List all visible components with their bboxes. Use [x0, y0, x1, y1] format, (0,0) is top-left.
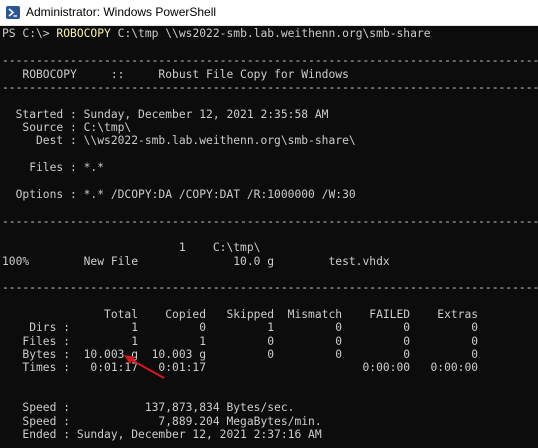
output-line: Ended : Sunday, December 12, 2021 2:37:1… [2, 428, 322, 442]
command-line: PS C:\> ROBOCOPY C:\tmp \\ws2022-smb.lab… [2, 27, 431, 41]
output-line: Speed : 137,873,834 Bytes/sec. [2, 401, 295, 415]
powershell-window: Administrator: Windows PowerShell PS C:\… [0, 0, 538, 448]
output-line: Options : *.* /DCOPY:DA /COPY:DAT /R:100… [2, 187, 356, 201]
output-line: ----------------------------------------… [2, 54, 538, 68]
output-line: Files : 1 1 0 0 0 0 [2, 334, 479, 348]
output-line: Total Copied Skipped Mismatch FAILED Ext… [2, 308, 479, 321]
output-line: 100% New File 10.0 g test.vhdx [2, 254, 390, 268]
window-title: Administrator: Windows PowerShell [26, 5, 217, 19]
output-line: Source : C:\tmp\ [2, 121, 132, 135]
output-line: ----------------------------------------… [2, 81, 538, 95]
prompt: PS C:\> [2, 27, 57, 40]
output-line: ROBOCOPY :: Robust File Copy for Windows [2, 67, 349, 81]
command-args: C:\tmp \\ws2022-smb.lab.weithenn.org\smb… [110, 27, 431, 40]
output-line: Speed : 7,889.204 MegaBytes/min. [2, 414, 322, 428]
title-bar[interactable]: Administrator: Windows PowerShell [0, 0, 538, 26]
console-output[interactable]: PS C:\> ROBOCOPY C:\tmp \\ws2022-smb.lab… [0, 26, 538, 448]
output-line: ----------------------------------------… [2, 214, 538, 228]
output-line: Files : *.* [2, 161, 105, 175]
output-line: Dirs : 1 0 1 0 0 0 [2, 321, 479, 335]
output-line: Dest : \\ws2022-smb.lab.weithenn.org\smb… [2, 134, 356, 148]
powershell-icon [6, 6, 20, 19]
output-line: Started : Sunday, December 12, 2021 2:35… [2, 107, 329, 121]
annotation-arrow-icon [124, 355, 165, 379]
output-line: ----------------------------------------… [2, 281, 538, 295]
command-name: ROBOCOPY [56, 27, 111, 40]
output-line: 1 C:\tmp\ [2, 241, 261, 255]
output-line: Bytes : 10.003 g 10.003 g 0 0 0 0 [2, 348, 479, 362]
output-line: Times : 0:01:17 0:01:17 0:00:00 0:00:00 [2, 361, 479, 375]
